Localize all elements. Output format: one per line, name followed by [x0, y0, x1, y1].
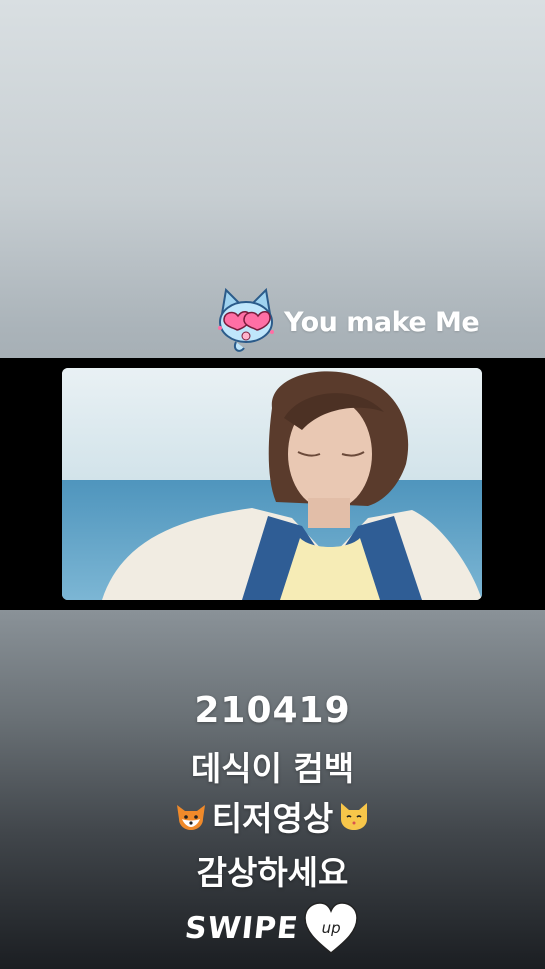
caption-date: 210419	[194, 690, 351, 731]
caption-enjoy: 감상하세요	[196, 853, 349, 892]
heart-icon[interactable]: up	[302, 899, 360, 957]
cat-with-heart-sunglasses-icon	[210, 284, 282, 360]
video-preview[interactable]	[62, 368, 482, 600]
caption-teaser-row: 티저영상	[0, 792, 545, 840]
video-preview-image	[62, 368, 482, 600]
swipe-up-cta[interactable]: SWIPE up	[0, 898, 545, 958]
you-make-me-sticker: You make Me	[210, 286, 530, 358]
caption-comeback: 데식이 컴백	[190, 749, 355, 788]
swipe-label: SWIPE	[182, 910, 301, 946]
video-band	[0, 358, 545, 610]
heart-label: up	[321, 919, 341, 937]
sticker-text: You make Me	[284, 306, 480, 338]
cat-face-icon	[337, 799, 371, 833]
fox-face-icon	[174, 799, 208, 833]
caption-teaser-text: 티저영상	[211, 799, 334, 838]
